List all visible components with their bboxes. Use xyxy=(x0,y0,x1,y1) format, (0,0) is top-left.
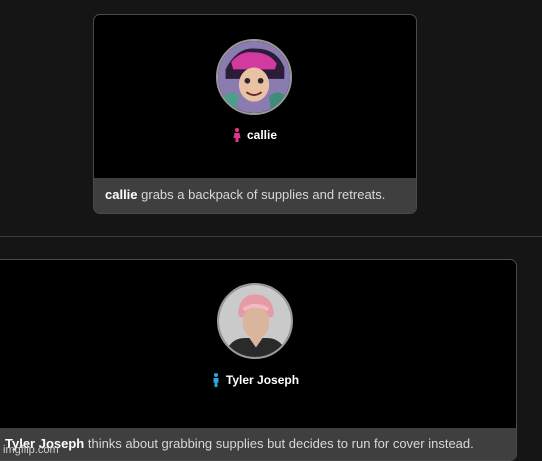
avatar-image xyxy=(219,285,291,357)
participant-name: Tyler Joseph xyxy=(225,373,300,387)
avatar xyxy=(216,39,292,115)
event-description: callie grabs a backpack of supplies and … xyxy=(94,178,416,213)
event-card: callie callie grabs a backpack of suppli… xyxy=(93,14,417,214)
event-description: Tyler Joseph thinks about grabbing suppl… xyxy=(0,428,516,460)
divider xyxy=(0,236,542,237)
event-card: Tyler Joseph Tyler Joseph thinks about g… xyxy=(0,259,517,461)
participant-name-row: Tyler Joseph xyxy=(0,373,516,387)
female-icon xyxy=(233,128,241,142)
participant-name-row: callie xyxy=(94,128,416,142)
page: callie callie grabs a backpack of suppli… xyxy=(0,0,542,461)
watermark: imgflip.com xyxy=(3,444,59,456)
avatar xyxy=(217,283,293,359)
event-action-text: thinks about grabbing supplies but decid… xyxy=(84,436,474,451)
event-actor: callie xyxy=(105,187,138,202)
avatar-image xyxy=(218,41,290,113)
event-action-text: grabs a backpack of supplies and retreat… xyxy=(137,187,386,202)
participant-name: callie xyxy=(246,128,278,142)
male-icon xyxy=(212,373,220,387)
